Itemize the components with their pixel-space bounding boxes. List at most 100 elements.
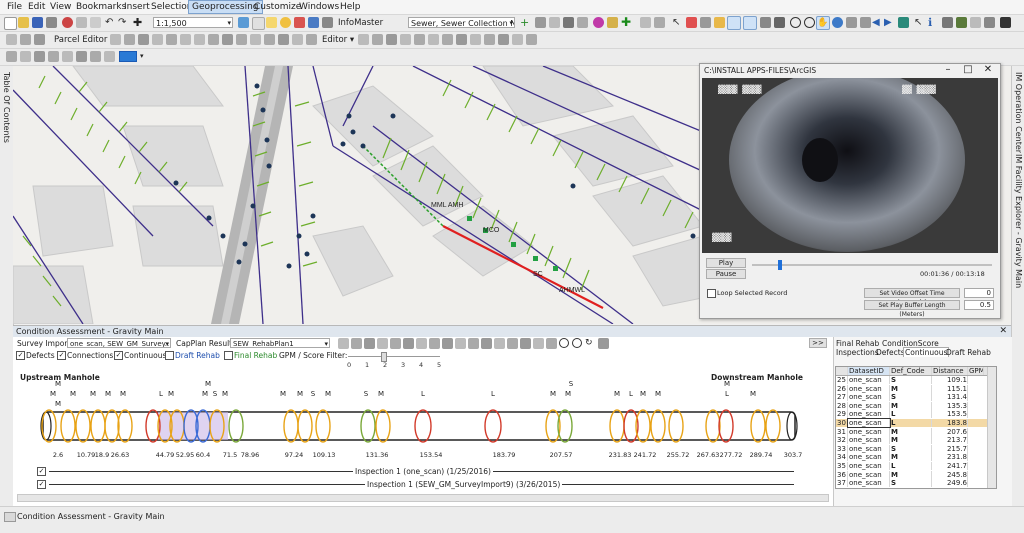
cut-icon[interactable] (62, 17, 73, 28)
play-button[interactable]: Play (706, 258, 746, 268)
copy-icon[interactable] (76, 17, 87, 28)
python-icon[interactable] (308, 17, 319, 28)
tool-icon[interactable] (598, 338, 609, 349)
menu-file[interactable]: File (4, 1, 25, 13)
layer-select-combo[interactable]: Sewer, Sewer Collection Ne ▾ (408, 17, 515, 28)
fixed-zoom-in-icon[interactable] (846, 17, 857, 28)
tool-icon[interactable] (6, 51, 17, 62)
vertical-scrollbar[interactable] (987, 367, 996, 488)
measure-icon[interactable] (984, 17, 995, 28)
menu-view[interactable]: View (47, 1, 74, 13)
new-icon[interactable] (4, 17, 17, 30)
tool-icon[interactable] (124, 34, 135, 45)
parcel-editor-menu[interactable]: Parcel Editor ▾ (54, 35, 114, 45)
tool-icon[interactable] (760, 17, 771, 28)
save-icon[interactable] (32, 17, 43, 28)
maximize-icon[interactable]: □ (958, 64, 978, 75)
tool-icon[interactable] (264, 34, 275, 45)
tool-icon[interactable] (166, 34, 177, 45)
tab-continuous[interactable]: Continuous (903, 347, 950, 357)
tool-icon[interactable] (222, 34, 233, 45)
pan-icon[interactable]: ✋ (816, 16, 830, 30)
minimize-icon[interactable]: – (938, 64, 958, 75)
tool-icon[interactable] (358, 34, 369, 45)
inspection2-checkbox[interactable]: ✓ (37, 480, 46, 489)
table-row[interactable]: 29 one_scan L 153.5 (836, 410, 996, 419)
identify-icon[interactable]: ℹ (928, 17, 939, 28)
tool-icon[interactable] (416, 338, 427, 349)
tool-icon[interactable] (526, 34, 537, 45)
pause-button[interactable]: Pause (706, 269, 746, 279)
tool-icon[interactable] (34, 34, 45, 45)
editor-toolbar-icon[interactable] (238, 17, 249, 28)
infomaster-label[interactable]: InfoMaster (338, 18, 383, 28)
tool-icon[interactable] (640, 17, 651, 28)
tool-icon[interactable] (700, 17, 711, 28)
tool-icon[interactable] (250, 34, 261, 45)
tool-icon[interactable] (654, 17, 665, 28)
tool-icon[interactable] (6, 34, 17, 45)
table-row[interactable]: 33 one_scan S 215.7 (836, 444, 996, 453)
catalog-icon[interactable] (266, 17, 277, 28)
tool-icon[interactable] (956, 17, 967, 28)
print-icon[interactable] (46, 17, 57, 28)
binoculars-icon[interactable] (1000, 17, 1011, 28)
score-filter-track[interactable] (348, 356, 440, 357)
table-row[interactable]: 30 one_scan L 183.8 (836, 418, 996, 428)
tool-icon[interactable] (970, 17, 981, 28)
tool-icon[interactable] (577, 17, 588, 28)
back-icon[interactable]: ◀ (872, 17, 883, 28)
full-extent-icon[interactable] (832, 17, 843, 28)
tool-icon[interactable] (898, 17, 909, 28)
refresh-icon[interactable]: ↻ (585, 338, 596, 349)
tool-icon[interactable] (34, 51, 45, 62)
tool-icon[interactable] (48, 51, 59, 62)
col-header-datasetid[interactable]: DatasetID (848, 367, 890, 375)
tab-final-rehab[interactable]: Final Rehab (836, 339, 879, 348)
tool-icon[interactable] (76, 51, 87, 62)
tool-icon[interactable] (104, 51, 115, 62)
inspection1-label[interactable]: Inspection 1 (one_scan) (1/25/2016) (353, 467, 493, 476)
select-elements-icon[interactable]: ↖ (914, 17, 925, 28)
toc-tab[interactable]: Table Of Contents (2, 72, 11, 143)
set-buffer-button[interactable]: Set Play Buffer Length (Meters) (864, 300, 960, 318)
operation-center-tab[interactable]: IM Operation Center (1014, 72, 1023, 153)
tool-icon[interactable] (364, 338, 375, 349)
tool-icon[interactable] (429, 338, 440, 349)
video-progress-track[interactable] (752, 264, 992, 266)
add-data-icon[interactable]: ✚ (133, 17, 144, 28)
tool-icon[interactable] (90, 51, 101, 62)
tab-draft-rehab[interactable]: Draft Rehab (946, 348, 991, 357)
tool-icon[interactable] (377, 338, 388, 349)
set-offset-button[interactable]: Set Video Offset Time (seconds) (864, 288, 960, 306)
table-row[interactable]: 36 one_scan M 245.8 (836, 470, 996, 479)
video-progress-handle[interactable] (778, 260, 782, 270)
tool-icon[interactable] (512, 34, 523, 45)
tool-icon[interactable] (481, 338, 492, 349)
tool-icon[interactable] (372, 34, 383, 45)
tool-icon[interactable] (455, 338, 466, 349)
table-row[interactable]: 25 one_scan S 109.1 (836, 376, 996, 384)
tool-icon[interactable] (563, 17, 574, 28)
redo-icon[interactable]: ↷ (118, 17, 129, 28)
tool-icon[interactable] (306, 34, 317, 45)
defects-checkbox[interactable]: ✓ (16, 351, 25, 360)
offset-input[interactable]: 0 (964, 288, 994, 298)
forward-icon[interactable]: ▶ (884, 17, 895, 28)
find-icon[interactable] (942, 17, 953, 28)
inspection2-label[interactable]: Inspection 1 (SEW_GM_SurveyImport9) (3/2… (365, 480, 563, 489)
col-header-gpm[interactable]: GPM (968, 367, 984, 375)
zoom-in-icon[interactable] (790, 17, 801, 28)
chevron-down-icon[interactable]: ▾ (140, 51, 151, 62)
tool-icon[interactable] (546, 338, 557, 349)
table-row[interactable]: 28 one_scan M 135.3 (836, 401, 996, 410)
tool-icon[interactable] (338, 338, 349, 349)
draft-rehab-checkbox[interactable] (165, 351, 174, 360)
open-icon[interactable] (18, 17, 29, 28)
horizontal-scrollbar[interactable] (17, 494, 829, 502)
collapse-button[interactable]: >> (809, 338, 827, 348)
tool-icon[interactable] (20, 51, 31, 62)
tab-inspections[interactable]: Inspections (836, 348, 879, 357)
toc-icon[interactable] (252, 17, 265, 30)
tool-icon[interactable] (714, 17, 725, 28)
